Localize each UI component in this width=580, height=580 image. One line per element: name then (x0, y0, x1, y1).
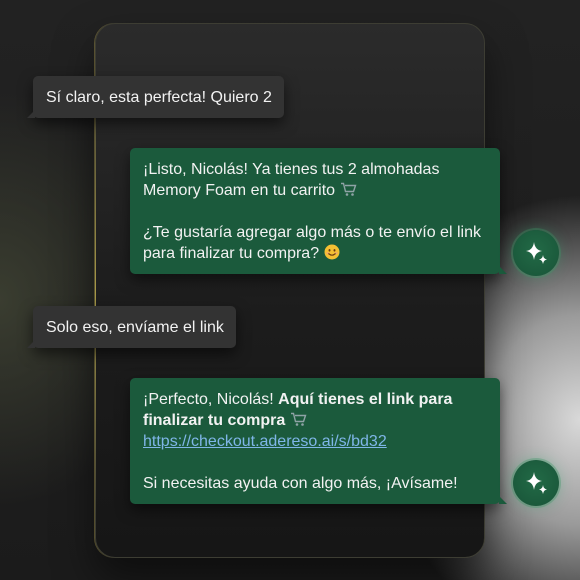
shopping-cart-emoji (290, 412, 307, 426)
message-text: ¡Perfecto, Nicolás! (143, 391, 274, 408)
message-text: Si necesitas ayuda con algo más, ¡Avísam… (143, 475, 458, 492)
message-text: Sí claro, esta perfecta! Quiero 2 (46, 89, 272, 106)
assistant-message: ¡Listo, Nicolás! Ya tienes tus 2 almohad… (130, 148, 507, 274)
sparkles-icon (526, 242, 547, 264)
message-text-bold: Aquí tienes el link para (278, 391, 453, 408)
message-text: Solo eso, envíame el link (46, 319, 224, 336)
message-text: Memory Foam en tu carrito (143, 182, 336, 199)
assistant-message: ¡Perfecto, Nicolás! Aquí tienes el link … (130, 378, 507, 504)
assistant-avatar (513, 230, 559, 276)
sparkles-icon (526, 472, 547, 494)
message-text: ¡Listo, Nicolás! Ya tienes tus 2 almohad… (143, 161, 440, 178)
user-message: Sí claro, esta perfecta! Quiero 2 (27, 76, 284, 118)
smiling-face-emoji (324, 244, 340, 260)
message-text-bold: finalizar tu compra (143, 412, 286, 429)
message-text: ¿Te gustaría agregar algo más o te envío… (143, 224, 481, 241)
checkout-link[interactable]: https://checkout.adereso.ai/s/bd32 (143, 433, 387, 450)
shopping-cart-emoji (340, 182, 356, 196)
assistant-avatar (513, 460, 559, 506)
message-text: para finalizar tu compra? (143, 245, 320, 262)
user-message: Solo eso, envíame el link (27, 306, 236, 348)
